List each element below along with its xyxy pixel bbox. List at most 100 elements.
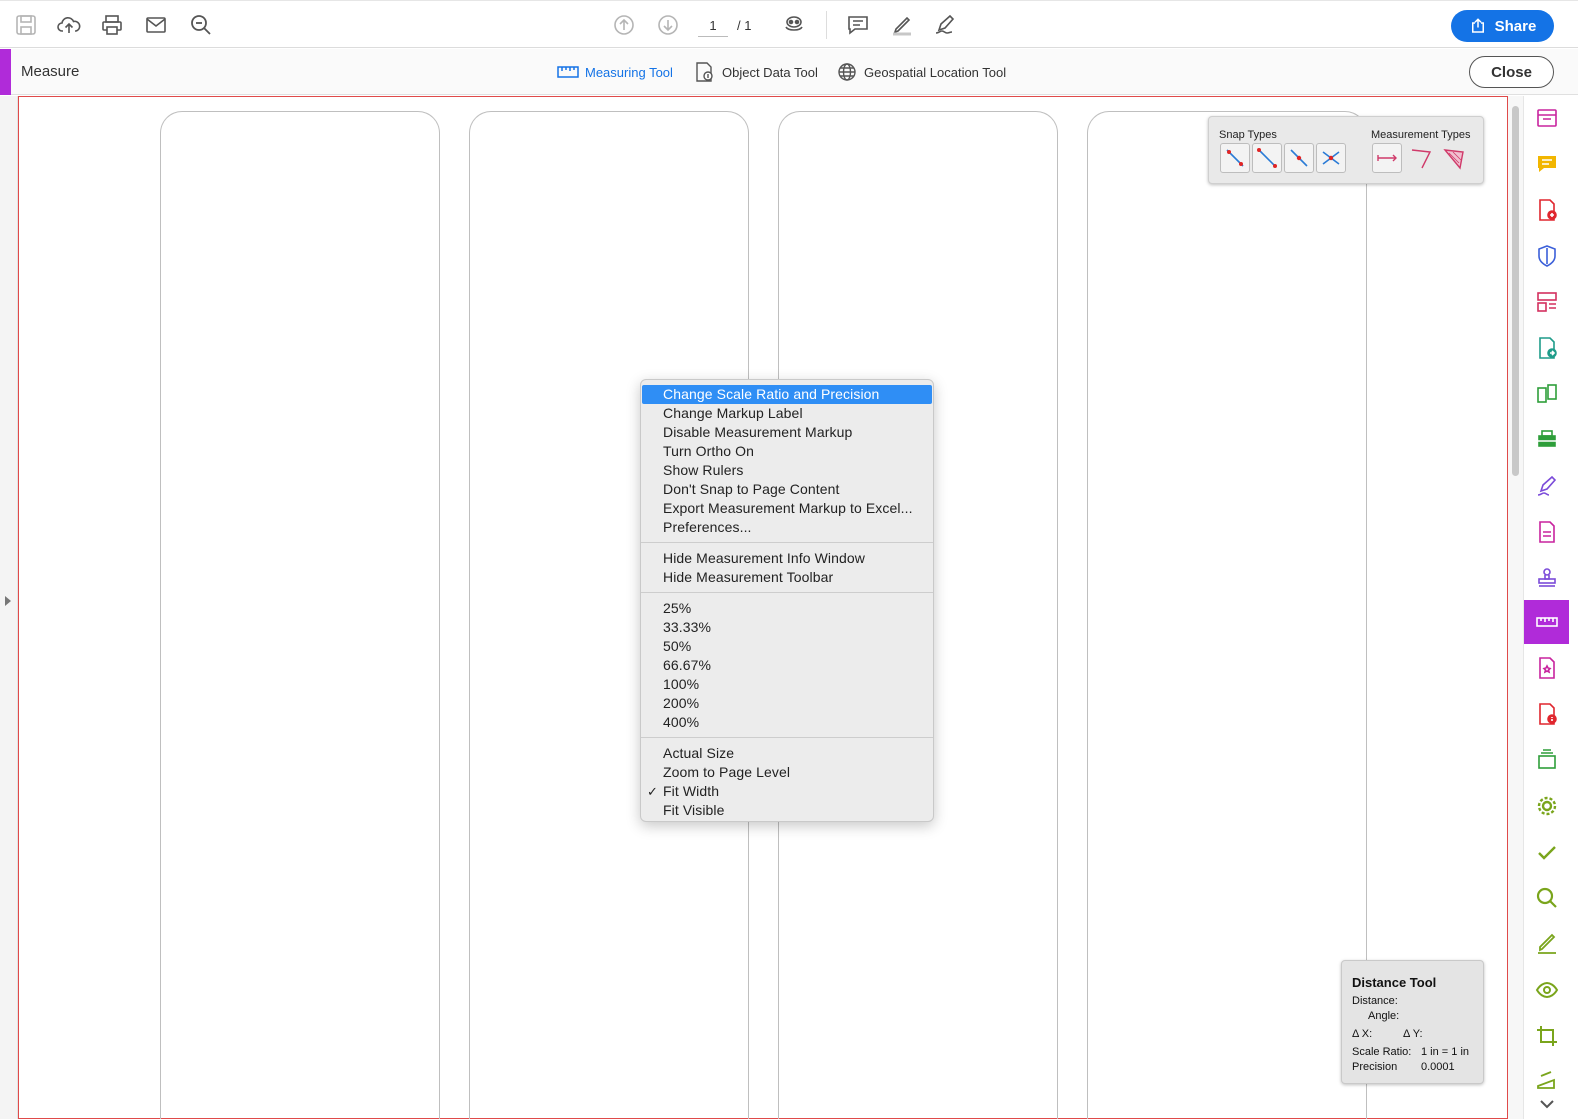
menu-item-disable-measurement-markup[interactable]: Disable Measurement Markup: [642, 423, 932, 442]
snap-to-midpoints-button[interactable]: [1284, 143, 1314, 173]
stamp-icon[interactable]: [1524, 558, 1569, 598]
read-mode-icon[interactable]: [781, 12, 807, 38]
fill-sign-icon[interactable]: [1524, 466, 1569, 506]
rail-scroll-down-icon[interactable]: [1524, 1094, 1569, 1114]
export-file-icon[interactable]: [1524, 328, 1569, 368]
snap-intersections-icon: [1322, 151, 1340, 165]
share-icon: [1471, 18, 1484, 33]
accessibility-pdf-icon[interactable]: [1524, 694, 1569, 734]
search-icon[interactable]: [1524, 878, 1569, 918]
rich-media-icon[interactable]: [1524, 648, 1569, 688]
delta-y-label: Δ Y:: [1403, 1028, 1423, 1040]
share-label: Share: [1494, 17, 1537, 35]
menu-item-turn-ortho-on[interactable]: Turn Ortho On: [642, 442, 932, 461]
measurement-info-window[interactable]: Distance Tool Distance: Angle: Δ X: Δ Y:…: [1341, 960, 1484, 1084]
measuring-tool-label: Measuring Tool: [585, 64, 673, 80]
distance-tool-title: Distance Tool: [1352, 975, 1437, 990]
vertical-scrollbar[interactable]: [1508, 96, 1523, 1119]
certificates-check-icon[interactable]: [1524, 832, 1569, 872]
menu-item-fit-visible[interactable]: Fit Visible: [642, 801, 932, 820]
menu-item-change-scale-ratio[interactable]: Change Scale Ratio and Precision: [642, 385, 932, 404]
measuring-tool-button[interactable]: Measuring Tool: [557, 61, 673, 83]
area-tool-button[interactable]: [1439, 143, 1469, 173]
zoom-search-icon[interactable]: [188, 12, 214, 38]
sign-icon[interactable]: [932, 12, 958, 38]
menu-item-zoom-400[interactable]: 400%: [642, 713, 932, 732]
snap-to-intersections-button[interactable]: [1316, 143, 1346, 173]
crop-icon[interactable]: [1524, 1016, 1569, 1056]
snap-to-paths-button[interactable]: [1220, 143, 1250, 173]
menu-item-zoom-66[interactable]: 66.67%: [642, 656, 932, 675]
menu-item-change-markup-label[interactable]: Change Markup Label: [642, 404, 932, 423]
measure-accent-strip: [0, 49, 11, 95]
object-data-tool-button[interactable]: Object Data Tool: [694, 61, 818, 83]
menu-item-actual-size[interactable]: Actual Size: [642, 744, 932, 763]
preview-eye-icon[interactable]: [1524, 970, 1569, 1010]
highlight-pen-icon[interactable]: [889, 12, 915, 38]
cloud-upload-icon[interactable]: [56, 12, 82, 38]
drawing-column: [1087, 111, 1367, 1119]
menu-item-zoom-50[interactable]: 50%: [642, 637, 932, 656]
distance-icon: [1377, 154, 1397, 162]
previous-page-icon[interactable]: [611, 12, 637, 38]
menu-item-zoom-100[interactable]: 100%: [642, 675, 932, 694]
export-pdf-icon[interactable]: [1524, 98, 1569, 138]
object-data-icon: [696, 62, 713, 82]
snap-to-endpoints-button[interactable]: [1252, 143, 1282, 173]
compare-files-icon[interactable]: [1524, 374, 1569, 414]
menu-item-zoom-to-page-level[interactable]: Zoom to Page Level: [642, 763, 932, 782]
geospatial-tool-label: Geospatial Location Tool: [864, 64, 1007, 80]
redact-pen-icon[interactable]: [1524, 924, 1569, 964]
object-data-tool-label: Object Data Tool: [722, 64, 818, 80]
menu-item-dont-snap[interactable]: Don't Snap to Page Content: [642, 480, 932, 499]
precision-value: 0.0001: [1421, 1061, 1455, 1073]
right-tools-rail: [1523, 96, 1578, 1119]
measure-title: Measure: [21, 63, 80, 80]
measure-tool-icon[interactable]: [1524, 600, 1569, 644]
menu-item-zoom-200[interactable]: 200%: [642, 694, 932, 713]
organize-pages-icon[interactable]: [1524, 282, 1569, 322]
scrollbar-thumb[interactable]: [1512, 106, 1519, 476]
menu-item-show-rulers[interactable]: Show Rulers: [642, 461, 932, 480]
expand-arrow-icon[interactable]: [5, 596, 11, 606]
create-pdf-icon[interactable]: [1524, 190, 1569, 230]
edit-pdf-icon[interactable]: [1524, 512, 1569, 552]
comment-icon[interactable]: [845, 12, 871, 38]
toolbar-divider: [826, 11, 827, 39]
email-icon[interactable]: [143, 12, 169, 38]
page-number-input[interactable]: 1: [698, 15, 728, 37]
area-icon: [1443, 149, 1464, 170]
next-page-icon[interactable]: [655, 12, 681, 38]
print-production-icon[interactable]: [1524, 740, 1569, 780]
menu-separator: [641, 737, 933, 738]
protect-shield-icon[interactable]: [1524, 236, 1569, 276]
action-wizard-gear-icon[interactable]: [1524, 786, 1569, 826]
menu-item-zoom-25[interactable]: 25%: [642, 599, 932, 618]
scan-enhance-icon[interactable]: [1524, 420, 1569, 460]
menu-separator: [641, 592, 933, 593]
menu-item-hide-info-window[interactable]: Hide Measurement Info Window: [642, 549, 932, 568]
perimeter-tool-button[interactable]: [1406, 143, 1436, 173]
precision-label: Precision: [1352, 1061, 1398, 1073]
globe-icon: [838, 63, 856, 81]
menu-item-fit-width[interactable]: ✓ Fit Width: [642, 782, 932, 801]
menu-item-export-to-excel[interactable]: Export Measurement Markup to Excel...: [642, 499, 932, 518]
menu-separator: [641, 542, 933, 543]
checkmark-icon: ✓: [647, 784, 658, 799]
comment-tool-icon[interactable]: [1524, 144, 1569, 184]
fit-width-label: Fit Width: [663, 783, 720, 799]
left-panel-toggle[interactable]: [0, 96, 18, 1119]
angle-label: Angle:: [1368, 1010, 1400, 1022]
scale-ratio-label: Scale Ratio:: [1352, 1046, 1412, 1058]
menu-item-preferences[interactable]: Preferences...: [642, 518, 932, 537]
share-button[interactable]: Share: [1451, 10, 1554, 42]
geospatial-tool-button[interactable]: Geospatial Location Tool: [836, 61, 1006, 83]
menu-item-hide-measurement-toolbar[interactable]: Hide Measurement Toolbar: [642, 568, 932, 587]
snap-endpoints-icon: [1257, 148, 1277, 168]
menu-item-zoom-33[interactable]: 33.33%: [642, 618, 932, 637]
print-icon[interactable]: [99, 12, 125, 38]
save-icon[interactable]: [13, 12, 39, 38]
main-toolbar: 1 / 1 Share: [0, 0, 1578, 48]
close-button[interactable]: Close: [1469, 56, 1554, 88]
distance-tool-button[interactable]: [1372, 143, 1402, 173]
